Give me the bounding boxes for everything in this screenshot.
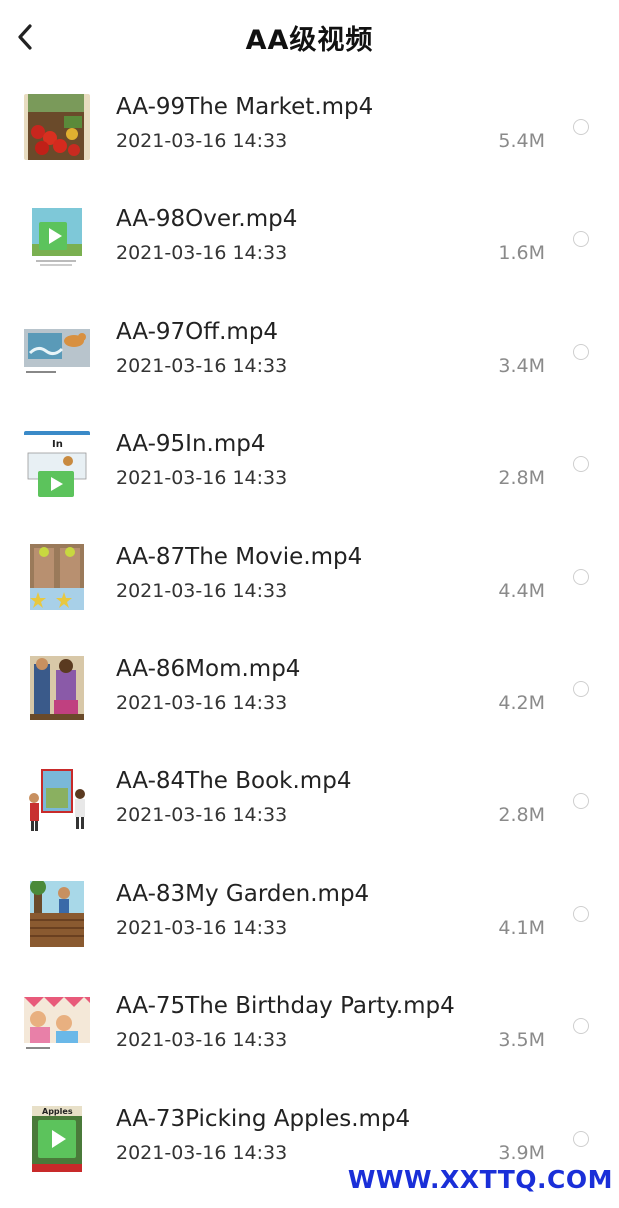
file-size: 4.2M xyxy=(498,691,545,714)
file-date: 2021-03-16 14:33 xyxy=(116,691,288,714)
file-name: AA-86Mom.mp4 xyxy=(116,655,301,682)
video-thumbnail xyxy=(24,206,90,273)
select-radio[interactable] xyxy=(573,1018,589,1035)
file-name: AA-98Over.mp4 xyxy=(116,206,298,233)
video-thumbnail: Apples xyxy=(24,1105,90,1172)
file-size: 4.4M xyxy=(498,579,545,602)
file-date: 2021-03-16 14:33 xyxy=(116,579,288,602)
file-size: 3.9M xyxy=(498,1141,545,1164)
select-radio[interactable] xyxy=(573,119,589,135)
file-date: 2021-03-16 14:33 xyxy=(116,1029,288,1052)
select-radio[interactable] xyxy=(573,905,589,922)
file-date: 2021-03-16 14:33 xyxy=(116,804,288,827)
list-item[interactable]: AA-98Over.mp4 2021-03-16 14:33 1.6M xyxy=(0,196,619,308)
video-thumbnail xyxy=(24,318,90,385)
file-date: 2021-03-16 14:33 xyxy=(116,1141,288,1164)
select-radio[interactable] xyxy=(573,231,589,248)
select-radio[interactable] xyxy=(573,793,589,810)
video-thumbnail xyxy=(24,880,90,947)
file-size: 2.8M xyxy=(498,467,545,490)
file-size: 2.8M xyxy=(498,804,545,827)
list-item[interactable]: In AA-95In.mp4 2021-03-16 14:33 2.8M xyxy=(0,421,619,533)
file-name: AA-73Picking Apples.mp4 xyxy=(116,1105,411,1132)
list-item[interactable]: AA-84The Book.mp4 2021-03-16 14:33 2.8M xyxy=(0,758,619,870)
list-item[interactable]: AA-99The Market.mp4 2021-03-16 14:33 5.4… xyxy=(0,84,619,196)
file-date: 2021-03-16 14:33 xyxy=(116,130,288,152)
video-thumbnail xyxy=(24,543,90,610)
select-radio[interactable] xyxy=(573,456,589,473)
file-size: 4.1M xyxy=(498,916,545,939)
file-size: 1.6M xyxy=(498,242,545,265)
file-date: 2021-03-16 14:33 xyxy=(116,467,288,490)
file-date: 2021-03-16 14:33 xyxy=(116,916,288,939)
video-list: AA-99The Market.mp4 2021-03-16 14:33 5.4… xyxy=(0,84,619,1208)
select-radio[interactable] xyxy=(573,343,589,360)
list-item[interactable]: AA-86Mom.mp4 2021-03-16 14:33 4.2M xyxy=(0,646,619,758)
svg-text:Apples: Apples xyxy=(42,1107,73,1116)
svg-text:In: In xyxy=(52,439,63,450)
select-radio[interactable] xyxy=(573,680,589,697)
file-size: 3.4M xyxy=(498,354,545,377)
video-thumbnail xyxy=(24,768,90,835)
list-item[interactable]: AA-87The Movie.mp4 2021-03-16 14:33 4.4M xyxy=(0,534,619,646)
file-date: 2021-03-16 14:33 xyxy=(116,242,288,265)
file-name: AA-95In.mp4 xyxy=(116,431,266,458)
file-name: AA-97Off.mp4 xyxy=(116,318,279,345)
file-size: 3.5M xyxy=(498,1029,545,1052)
video-thumbnail xyxy=(24,993,90,1060)
file-size: 5.4M xyxy=(498,130,545,152)
file-date: 2021-03-16 14:33 xyxy=(116,354,288,377)
page-title: AA级视频 xyxy=(245,25,374,56)
watermark: WWW.XXTTQ.COM xyxy=(347,1165,613,1194)
nav-bar: AA级视频 xyxy=(0,0,619,76)
list-item[interactable]: AA-75The Birthday Party.mp4 2021-03-16 1… xyxy=(0,983,619,1095)
video-thumbnail: In xyxy=(24,431,90,498)
list-item[interactable]: AA-83My Garden.mp4 2021-03-16 14:33 4.1M xyxy=(0,871,619,983)
video-thumbnail xyxy=(24,655,90,722)
list-item[interactable]: AA-97Off.mp4 2021-03-16 14:33 3.4M xyxy=(0,309,619,421)
file-name: AA-75The Birthday Party.mp4 xyxy=(116,993,455,1020)
select-radio[interactable] xyxy=(573,568,589,585)
file-name: AA-83My Garden.mp4 xyxy=(116,880,370,907)
file-name: AA-84The Book.mp4 xyxy=(116,768,352,795)
file-name: AA-87The Movie.mp4 xyxy=(116,543,363,570)
video-thumbnail xyxy=(24,94,90,160)
select-radio[interactable] xyxy=(573,1130,589,1147)
file-name: AA-99The Market.mp4 xyxy=(116,94,374,120)
